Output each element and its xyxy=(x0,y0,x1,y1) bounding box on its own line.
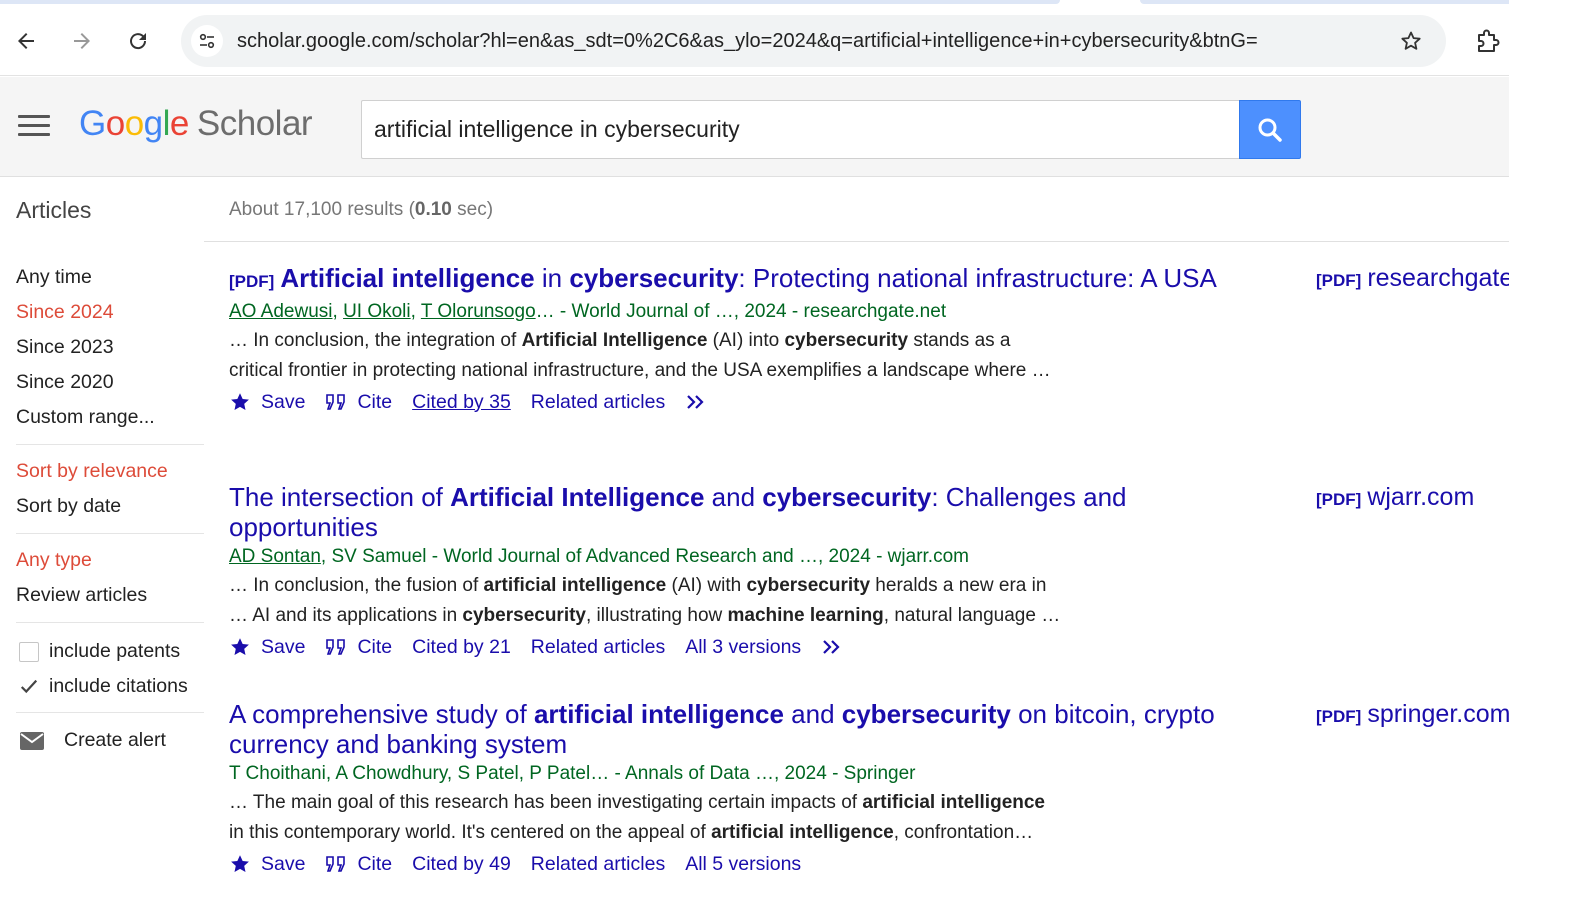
extensions-button[interactable] xyxy=(1470,23,1506,59)
back-button[interactable] xyxy=(8,23,44,59)
all-versions-link[interactable]: All 3 versions xyxy=(685,636,801,659)
filter-any-time[interactable]: Any time xyxy=(16,262,206,297)
browser-toolbar: scholar.google.com/scholar?hl=en&as_sdt=… xyxy=(0,6,1576,76)
scholar-header: Google Scholar xyxy=(0,77,1509,177)
related-articles-link[interactable]: Related articles xyxy=(531,853,665,876)
search-result: [PDF] Artificial intelligence in cybersec… xyxy=(229,263,1229,418)
site-info-button[interactable] xyxy=(191,25,223,57)
result-actions: Save Cite Cited by 49 Related articles A… xyxy=(229,848,1229,880)
divider xyxy=(16,622,204,623)
checkmark-icon xyxy=(20,679,38,693)
star-outline-icon xyxy=(1401,31,1421,50)
search-result: The intersection of Artificial Intellige… xyxy=(229,482,1229,663)
cited-by-link[interactable]: Cited by 21 xyxy=(412,636,511,659)
filter-since-2020[interactable]: Since 2020 xyxy=(16,367,206,402)
right-gutter xyxy=(1509,0,1576,903)
checkbox-unchecked[interactable] xyxy=(19,641,39,662)
result-actions: Save Cite Cited by 21 Related articles A… xyxy=(229,631,1229,663)
envelope-icon xyxy=(20,731,44,750)
back-arrow-icon xyxy=(18,33,34,49)
result-snippet: … In conclusion, the fusion of artificia… xyxy=(229,575,1061,626)
include-citations-checkbox[interactable]: include citations xyxy=(16,669,206,704)
results-stats: About 17,100 results (0.10 sec) xyxy=(229,199,494,220)
result-title-link[interactable]: The intersection of Artificial Intellige… xyxy=(229,482,1229,542)
cite-button[interactable]: Cite xyxy=(325,853,392,876)
quote-icon xyxy=(326,639,346,655)
pdf-source-link[interactable]: [PDF] springer.com xyxy=(1316,700,1510,729)
forward-arrow-icon xyxy=(74,33,90,49)
result-title-link[interactable]: [PDF] Artificial intelligence in cybersec… xyxy=(229,263,1229,297)
pdf-source-link[interactable]: [PDF] wjarr.com xyxy=(1316,483,1474,512)
filter-since-2023[interactable]: Since 2023 xyxy=(16,332,206,367)
search-button[interactable] xyxy=(1239,100,1301,159)
result-authors: AD Sontan, SV Samuel - World Journal of … xyxy=(229,546,969,567)
star-icon xyxy=(231,393,249,410)
reload-button[interactable] xyxy=(120,23,156,59)
menu-icon[interactable] xyxy=(18,115,50,139)
author-link[interactable]: AO Adewusi xyxy=(229,301,333,322)
double-chevron-icon xyxy=(687,395,704,409)
filter-since-2024[interactable]: Since 2024 xyxy=(16,297,206,332)
url-text[interactable]: scholar.google.com/scholar?hl=en&as_sdt=… xyxy=(237,30,1258,53)
result-snippet: … In conclusion, the integration of Arti… xyxy=(229,330,1051,381)
star-icon xyxy=(231,855,249,872)
include-patents-checkbox[interactable]: include patents xyxy=(16,634,206,669)
double-chevron-icon xyxy=(823,640,840,654)
all-versions-link[interactable]: All 5 versions xyxy=(685,853,801,876)
more-actions-button[interactable] xyxy=(685,392,719,412)
google-scholar-logo[interactable]: Google Scholar xyxy=(79,104,313,144)
save-button[interactable]: Save xyxy=(229,391,305,414)
cite-button[interactable]: Cite xyxy=(325,636,392,659)
search-icon xyxy=(1258,118,1282,142)
forward-button[interactable] xyxy=(64,23,100,59)
active-tab[interactable] xyxy=(0,0,1060,4)
result-snippet: … The main goal of this research has bee… xyxy=(229,792,1045,843)
divider xyxy=(16,444,204,445)
divider xyxy=(16,712,204,713)
filter-custom-range[interactable]: Custom range... xyxy=(16,402,206,437)
puzzle-icon xyxy=(1478,29,1500,52)
filter-review-articles[interactable]: Review articles xyxy=(16,580,206,615)
checkbox-checked[interactable] xyxy=(19,676,39,697)
tune-icon xyxy=(199,33,215,49)
cited-by-link[interactable]: Cited by 49 xyxy=(412,853,511,876)
author-link[interactable]: T Olorunsogo xyxy=(421,301,536,322)
author-link[interactable]: UI Okoli xyxy=(343,301,411,322)
search-result: A comprehensive study of artificial inte… xyxy=(229,699,1229,880)
sort-by-relevance[interactable]: Sort by relevance xyxy=(16,456,206,491)
sort-by-date[interactable]: Sort by date xyxy=(16,491,206,526)
create-alert-link[interactable]: Create alert xyxy=(16,729,206,752)
save-button[interactable]: Save xyxy=(229,636,305,659)
result-authors: T Choithani, A Chowdhury, S Patel, P Pat… xyxy=(229,763,916,784)
result-title-link[interactable]: A comprehensive study of artificial inte… xyxy=(229,699,1229,759)
result-authors: AO Adewusi, UI Okoli, T Olorunsogo… - Wo… xyxy=(229,301,947,322)
divider xyxy=(16,533,204,534)
search-input[interactable] xyxy=(362,101,1239,158)
related-articles-link[interactable]: Related articles xyxy=(531,636,665,659)
results-bar: Articles About 17,100 results (0.10 sec) xyxy=(0,177,1509,243)
filter-any-type[interactable]: Any type xyxy=(16,545,206,580)
quote-icon xyxy=(326,856,346,872)
pdf-tag: [PDF] xyxy=(229,272,275,291)
quote-icon xyxy=(326,394,346,410)
search-box[interactable] xyxy=(361,100,1239,159)
reload-icon xyxy=(130,33,147,50)
cite-button[interactable]: Cite xyxy=(325,391,392,414)
related-articles-link[interactable]: Related articles xyxy=(531,391,665,414)
more-actions-button[interactable] xyxy=(821,637,855,657)
result-actions: Save Cite Cited by 35 Related articles xyxy=(229,386,1229,418)
cited-by-link[interactable]: Cited by 35 xyxy=(412,391,511,414)
author-link[interactable]: AD Sontan xyxy=(229,546,321,567)
filter-sidebar: Any time Since 2024 Since 2023 Since 202… xyxy=(16,262,206,752)
save-button[interactable]: Save xyxy=(229,853,305,876)
address-bar[interactable]: scholar.google.com/scholar?hl=en&as_sdt=… xyxy=(181,15,1446,67)
bookmark-button[interactable] xyxy=(1398,28,1424,54)
articles-label: Articles xyxy=(16,197,92,223)
inactive-tab[interactable] xyxy=(1140,0,1510,4)
star-icon xyxy=(231,638,249,655)
